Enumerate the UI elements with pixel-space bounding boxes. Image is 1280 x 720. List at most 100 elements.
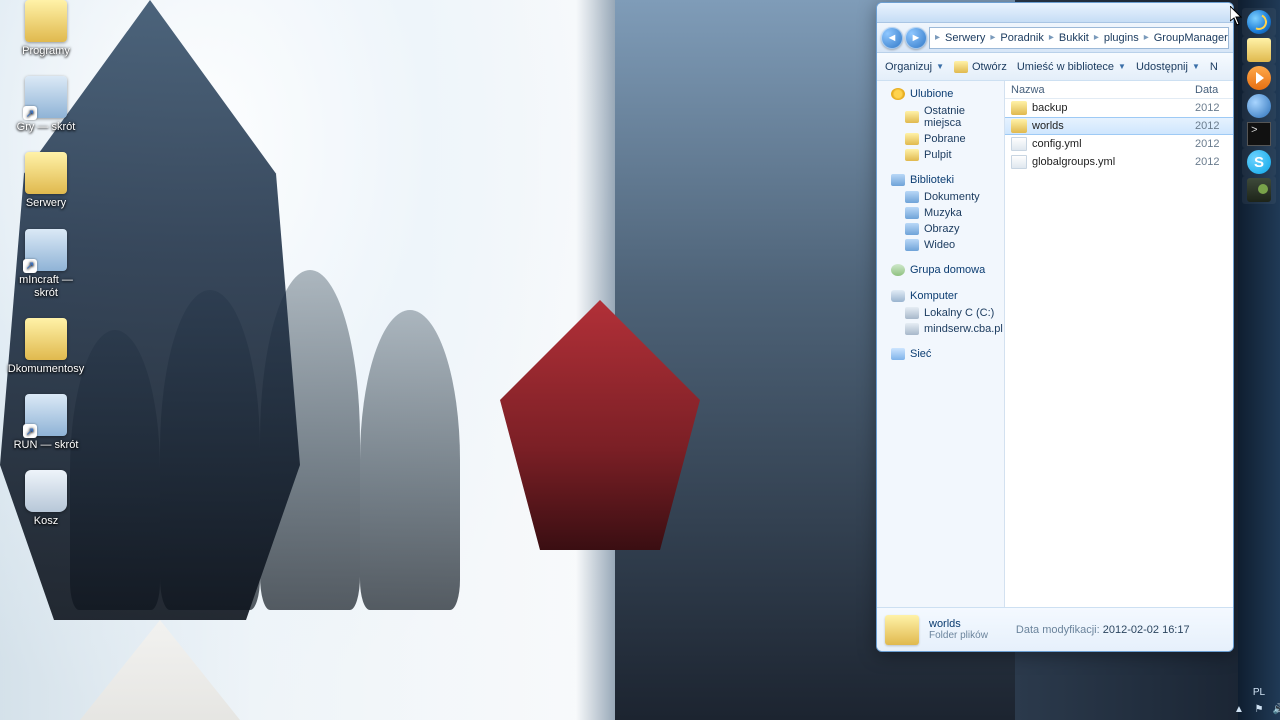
hg-icon	[891, 264, 905, 276]
desktop-icon[interactable]: ↗Gry — skrót	[6, 76, 86, 134]
chevron-down-icon: ▼	[1192, 62, 1200, 71]
column-date[interactable]: Data	[1195, 84, 1233, 96]
nav-item-label: Dokumenty	[924, 191, 980, 203]
file-name: worlds	[1032, 120, 1195, 132]
folder-icon	[25, 0, 67, 42]
tray-icon[interactable]: ▲	[1232, 702, 1246, 716]
back-button[interactable]: ◄	[881, 27, 903, 49]
nav-item[interactable]: Lokalny C (C:)	[877, 305, 1004, 321]
new-button[interactable]: N	[1210, 61, 1218, 73]
organize-button[interactable]: Organizuj ▼	[885, 61, 944, 73]
breadcrumb-segment[interactable]: Bukkit	[1055, 32, 1093, 44]
window-titlebar[interactable]	[877, 3, 1233, 23]
nav-group-header[interactable]: Grupa domowa	[877, 261, 1004, 279]
folder-icon	[905, 323, 919, 335]
comp-icon	[891, 290, 905, 302]
nav-item[interactable]: Muzyka	[877, 205, 1004, 221]
share-button[interactable]: Udostępnij ▼	[1136, 61, 1200, 73]
open-button[interactable]: Otwórz	[954, 61, 1007, 73]
nav-item[interactable]: mindserw.cba.pl	[877, 321, 1004, 337]
file-row[interactable]: config.yml2012	[1005, 135, 1233, 153]
language-indicator[interactable]: PL	[1253, 687, 1265, 698]
details-date-label: Data modyfikacji:	[1016, 624, 1100, 636]
file-date: 2012	[1195, 156, 1233, 168]
skype-icon: S	[1247, 150, 1271, 174]
tray-icon[interactable]: ⚑	[1252, 702, 1266, 716]
camera-app-icon[interactable]	[1242, 176, 1276, 204]
file-icon	[1011, 155, 1027, 169]
folder-icon	[905, 149, 919, 161]
file-date: 2012	[1195, 138, 1233, 150]
net-icon	[891, 348, 905, 360]
nav-item[interactable]: Pulpit	[877, 147, 1004, 163]
folder-icon	[25, 318, 67, 360]
new-label: N	[1210, 61, 1218, 73]
nav-item[interactable]: Obrazy	[877, 221, 1004, 237]
file-row[interactable]: backup2012	[1005, 99, 1233, 117]
chevron-down-icon: ▼	[1118, 62, 1126, 71]
file-row[interactable]: globalgroups.yml2012	[1005, 153, 1233, 171]
desktop-icon[interactable]: Dkomumentosy	[6, 318, 86, 376]
folder-icon	[905, 223, 919, 235]
include-library-button[interactable]: Umieść w bibliotece ▼	[1017, 61, 1126, 73]
nav-group-label: Ulubione	[910, 88, 953, 100]
nav-item-label: Ostatnie miejsca	[924, 105, 1000, 129]
file-name: config.yml	[1032, 138, 1195, 150]
nav-item[interactable]: Pobrane	[877, 131, 1004, 147]
breadcrumb-segment[interactable]: plugins	[1100, 32, 1143, 44]
file-date: 2012	[1195, 102, 1233, 114]
open-label: Otwórz	[972, 61, 1007, 73]
nav-group-header[interactable]: Komputer	[877, 287, 1004, 305]
folder-icon	[905, 307, 919, 319]
file-date: 2012	[1195, 120, 1233, 132]
details-date: 2012-02-02 16:17	[1103, 624, 1190, 636]
nav-group-header[interactable]: Ulubione	[877, 85, 1004, 103]
breadcrumb-segment[interactable]: Serwery	[941, 32, 989, 44]
forward-button[interactable]: ►	[905, 27, 927, 49]
nav-group-label: Sieć	[910, 348, 931, 360]
nav-item[interactable]: Wideo	[877, 237, 1004, 253]
nav-item[interactable]: Ostatnie miejsca	[877, 103, 1004, 131]
internet-explorer-icon[interactable]	[1242, 8, 1276, 36]
shortcut-arrow-icon: ↗	[23, 424, 37, 438]
breadcrumb-segment[interactable]: Poradnik	[996, 32, 1047, 44]
folder-icon	[905, 191, 919, 203]
internet-explorer-icon	[1247, 10, 1271, 34]
shortcut-arrow-icon: ↗	[23, 106, 37, 120]
media-player-icon[interactable]	[1242, 64, 1276, 92]
browser-icon	[1247, 94, 1271, 118]
folder-icon	[905, 207, 919, 219]
file-list: Nazwa Data backup2012worlds2012config.ym…	[1005, 81, 1233, 607]
nav-group-label: Komputer	[910, 290, 958, 302]
nav-group-header[interactable]: Sieć	[877, 345, 1004, 363]
application-icon: ↗	[25, 394, 67, 436]
skype-icon[interactable]: S	[1242, 148, 1276, 176]
nav-group-label: Biblioteki	[910, 174, 954, 186]
desktop-icon[interactable]: Serwery	[6, 152, 86, 210]
explorer-icon[interactable]	[1242, 36, 1276, 64]
desktop-icon[interactable]: ↗RUN — skrót	[6, 394, 86, 452]
nav-item-label: Lokalny C (C:)	[924, 307, 994, 319]
folder-icon	[25, 152, 67, 194]
browser-icon[interactable]	[1242, 92, 1276, 120]
desktop-icon[interactable]: Kosz	[6, 470, 86, 528]
desktop-icon[interactable]: Programy	[6, 0, 86, 58]
explorer-window: ◄ ► ▸Serwery▸Poradnik▸Bukkit▸plugins▸Gro…	[876, 2, 1234, 652]
media-player-icon	[1247, 66, 1271, 90]
terminal-icon	[1247, 122, 1271, 146]
file-row[interactable]: worlds2012	[1005, 117, 1233, 135]
column-headers[interactable]: Nazwa Data	[1005, 81, 1233, 99]
breadcrumb-segment[interactable]: GroupManager	[1150, 32, 1229, 44]
nav-item[interactable]: Dokumenty	[877, 189, 1004, 205]
desktop-icon-label: Dkomumentosy	[6, 363, 86, 376]
terminal-icon[interactable]	[1242, 120, 1276, 148]
desktop-icon[interactable]: ↗mIncraft — skrót	[6, 229, 86, 300]
breadcrumb[interactable]: ▸Serwery▸Poradnik▸Bukkit▸plugins▸GroupMa…	[929, 27, 1229, 49]
nav-item-label: Muzyka	[924, 207, 962, 219]
nav-group-header[interactable]: Biblioteki	[877, 171, 1004, 189]
column-name[interactable]: Nazwa	[1011, 84, 1195, 96]
desktop-icon-label: mIncraft — skrót	[6, 274, 86, 300]
tray-icon[interactable]: 🔊	[1272, 702, 1280, 716]
folder-icon	[905, 133, 919, 145]
recycle-bin-icon	[25, 470, 67, 512]
